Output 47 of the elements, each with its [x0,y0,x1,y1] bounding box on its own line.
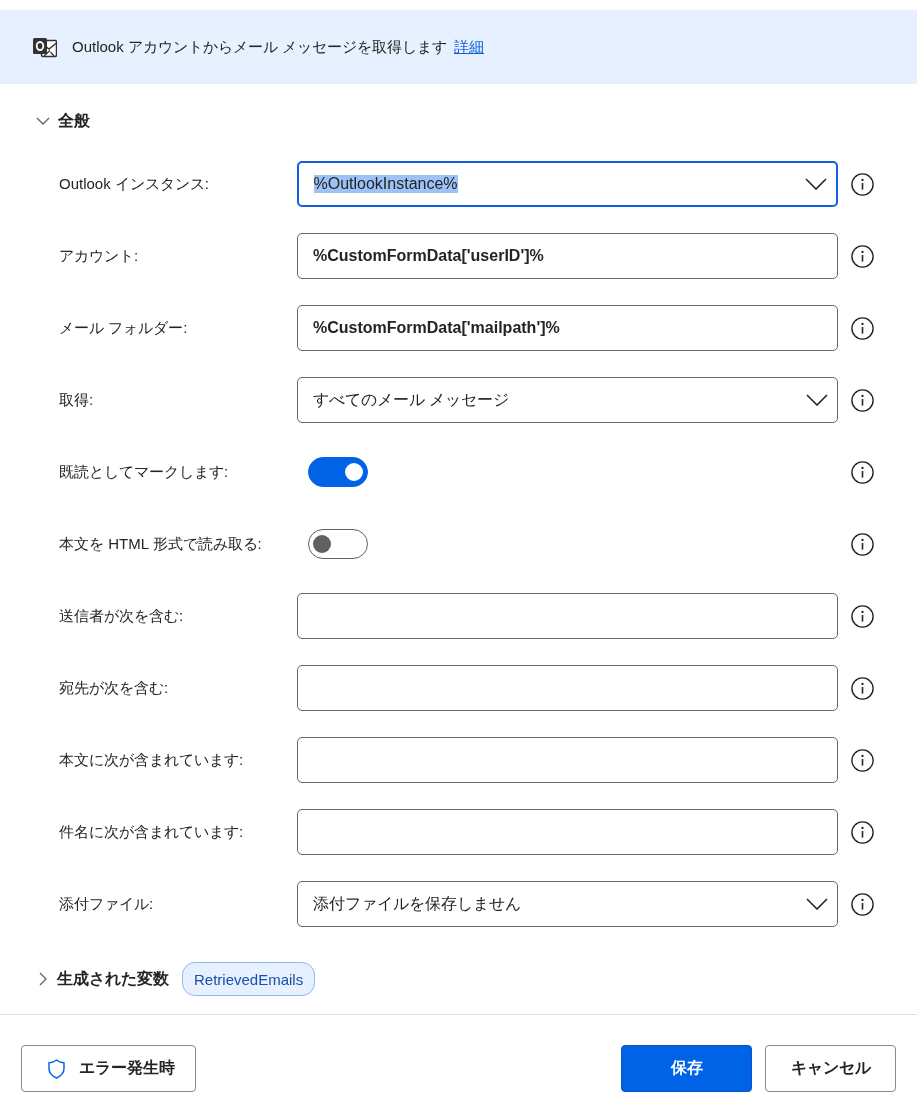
text-field[interactable] [297,593,838,639]
section-title[interactable]: 生成された変数 [57,968,169,990]
field-label: Outlook インスタンス: [59,174,211,194]
chevron-down-icon [805,178,827,190]
field-label: 本文を HTML 形式で読み取る: [59,534,263,554]
field-label: アカウント: [59,246,140,266]
dropdown-field[interactable]: 添付ファイルを保存しません [297,881,838,927]
field-label: 添付ファイル: [59,894,155,914]
on-error-button[interactable]: エラー発生時 [21,1045,196,1092]
text-field[interactable]: %CustomFormData['userID']% [297,233,838,279]
toggle-switch[interactable] [308,529,368,559]
section-title[interactable]: 全般 [58,110,90,132]
info-icon[interactable] [851,316,874,340]
toggle-switch[interactable] [308,457,368,487]
info-icon[interactable] [851,244,874,268]
field-label: 本文に次が含まれています: [59,750,245,770]
text-field[interactable] [297,737,838,783]
details-link[interactable]: 詳細 [454,37,485,57]
cancel-button[interactable]: キャンセル [765,1045,896,1092]
dropdown-field[interactable]: %OutlookInstance% [297,161,838,207]
field-label: 宛先が次を含む: [59,678,170,698]
info-icon[interactable] [851,388,874,412]
chevron-down-icon [806,898,828,910]
field-label: 送信者が次を含む: [59,606,185,626]
shield-icon [48,1058,65,1079]
chevron-right-icon[interactable] [39,972,47,986]
action-description: Outlook アカウントからメール メッセージを取得します [72,37,448,57]
field-label: 件名に次が含まれています: [59,822,245,842]
info-icon[interactable] [851,172,874,196]
info-icon[interactable] [851,604,874,628]
variable-tag[interactable]: RetrievedEmails [182,962,316,996]
text-field[interactable] [297,665,838,711]
info-icon[interactable] [851,532,874,556]
field-label: 既読としてマークします: [59,462,230,482]
dropdown-field[interactable]: すべてのメール メッセージ [297,377,838,423]
text-field[interactable] [297,809,838,855]
save-button[interactable]: 保存 [621,1045,752,1092]
chevron-down-icon[interactable] [36,117,50,125]
chevron-down-icon [806,394,828,406]
info-icon[interactable] [851,676,874,700]
info-icon[interactable] [851,460,874,484]
field-label: メール フォルダー: [59,318,189,338]
text-field[interactable]: %CustomFormData['mailpath']% [297,305,838,351]
info-icon[interactable] [851,820,874,844]
field-label: 取得: [59,390,95,410]
info-icon[interactable] [851,748,874,772]
info-icon[interactable] [851,892,874,916]
